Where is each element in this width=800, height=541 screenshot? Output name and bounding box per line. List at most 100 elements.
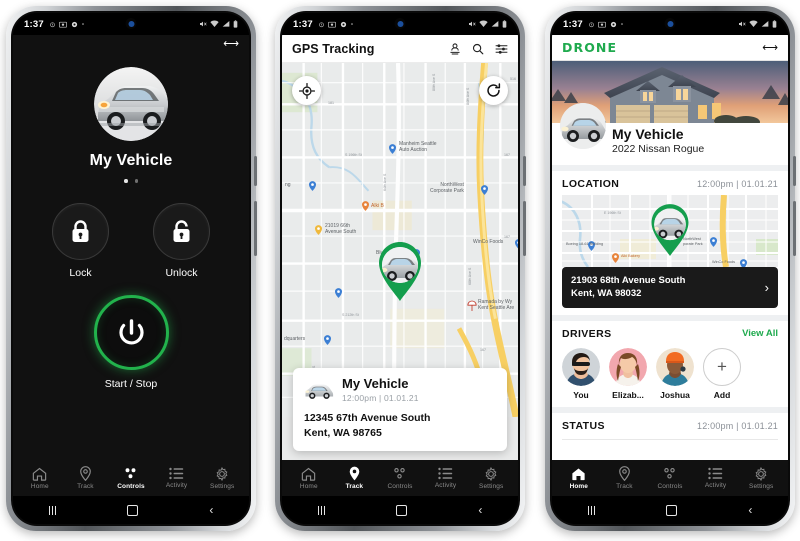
resize-arrows-icon[interactable]: ⟷ bbox=[223, 39, 239, 50]
phone2-body: GPS Tracking 181 516 167 167 167 S 196th… bbox=[282, 35, 518, 524]
location-minimap[interactable]: E 196th St Boeing 18-61 Building Alki Ba… bbox=[562, 195, 778, 267]
vehicle-photo bbox=[304, 381, 334, 400]
lock-button[interactable]: Lock bbox=[52, 202, 109, 279]
sidebar-item-settings[interactable]: Settings bbox=[200, 466, 244, 490]
page-title: GPS Tracking bbox=[292, 41, 375, 56]
list-item[interactable]: Elizab... bbox=[609, 347, 647, 400]
phone1-body: ⟷ My Vehicle Lock Unlock Start / Stop Ho… bbox=[13, 35, 249, 524]
pager-dots[interactable] bbox=[124, 179, 138, 183]
list-icon bbox=[438, 467, 453, 480]
status-bar: 1:37 bbox=[13, 13, 249, 35]
refresh-button[interactable] bbox=[479, 76, 508, 105]
front-camera-punchhole bbox=[394, 18, 406, 29]
android-navigation-bar: ‹ bbox=[282, 496, 518, 524]
nav-label-home: Home bbox=[299, 482, 318, 490]
sidebar-item-controls[interactable]: Controls bbox=[109, 467, 153, 490]
filter-sliders-icon[interactable] bbox=[495, 43, 508, 55]
nav-label-track: Track bbox=[345, 483, 364, 490]
map-pin-icon bbox=[481, 185, 488, 195]
start-stop-button[interactable]: Start / Stop bbox=[93, 294, 169, 390]
power-button[interactable] bbox=[793, 201, 796, 256]
unlock-button-label: Unlock bbox=[165, 266, 198, 279]
vehicle-summary[interactable]: My Vehicle 2022 Nissan Rogue bbox=[552, 103, 788, 165]
sidebar-item-track[interactable]: Track bbox=[602, 466, 646, 490]
back-button[interactable]: ‹ bbox=[478, 504, 482, 516]
sidebar-item-settings[interactable]: Settings bbox=[469, 466, 513, 490]
volume-button[interactable] bbox=[793, 156, 796, 186]
view-all-link[interactable]: View All bbox=[742, 328, 778, 339]
dashboard-scroll[interactable]: My Vehicle 2022 Nissan Rogue LOCATION 12… bbox=[552, 61, 788, 460]
volume-button[interactable] bbox=[523, 156, 526, 186]
power-button[interactable] bbox=[254, 201, 257, 256]
back-button[interactable]: ‹ bbox=[209, 504, 213, 516]
map-canvas[interactable]: 181 516 167 167 167 S 196th St S 212th S… bbox=[282, 63, 518, 460]
start-stop-circle[interactable] bbox=[93, 294, 169, 370]
mute-icon bbox=[469, 21, 476, 27]
home-button[interactable] bbox=[396, 504, 408, 516]
map-pin-icon bbox=[309, 181, 316, 191]
lock-button-circle[interactable] bbox=[52, 202, 109, 260]
screenshot-icon bbox=[328, 21, 337, 27]
nav-label-activity: Activity bbox=[434, 482, 457, 489]
sidebar-item-activity[interactable]: Activity bbox=[694, 467, 738, 489]
person-location-icon[interactable] bbox=[449, 42, 461, 55]
driver-avatar-joshua[interactable] bbox=[656, 347, 694, 386]
status-section-header: STATUS 12:00pm | 01.01.21 bbox=[552, 413, 788, 437]
search-icon[interactable] bbox=[472, 43, 484, 55]
status-right-icons bbox=[199, 20, 238, 28]
back-button[interactable]: ‹ bbox=[748, 504, 752, 516]
list-item[interactable]: Joshua bbox=[656, 347, 694, 400]
vehicle-map-marker[interactable] bbox=[648, 203, 692, 258]
gps-tracking-header: GPS Tracking bbox=[282, 35, 518, 63]
pager-dot-2[interactable] bbox=[134, 179, 138, 183]
nav-label-controls: Controls bbox=[657, 482, 683, 490]
vehicle-map-marker[interactable] bbox=[375, 241, 425, 303]
sidebar-item-home[interactable]: Home bbox=[557, 467, 601, 490]
home-button[interactable] bbox=[127, 504, 139, 516]
vehicle-info-card[interactable]: My Vehicle 12:00pm | 01.01.21 12345 67th… bbox=[293, 368, 507, 451]
sidebar-item-settings[interactable]: Settings bbox=[739, 466, 783, 490]
driver-avatar-elizabeth[interactable] bbox=[609, 347, 647, 386]
sidebar-item-activity[interactable]: Activity bbox=[155, 467, 199, 489]
sidebar-item-home[interactable]: Home bbox=[287, 467, 331, 490]
start-stop-label: Start / Stop bbox=[104, 377, 158, 390]
location-address-bar[interactable]: 21903 68th Avenue South Kent, WA 98032 › bbox=[562, 267, 778, 308]
drivers-list: You Elizab... Joshua + Add bbox=[552, 345, 788, 407]
pager-dot-1[interactable] bbox=[124, 179, 128, 183]
nav-label-settings: Settings bbox=[479, 482, 504, 490]
card-title-block: My Vehicle 12:00pm | 01.01.21 bbox=[342, 377, 419, 403]
status-divider bbox=[562, 438, 778, 440]
unlock-button[interactable]: Unlock bbox=[153, 202, 210, 279]
resize-arrows-icon[interactable]: ⟷ bbox=[762, 41, 778, 54]
power-button[interactable] bbox=[523, 201, 526, 256]
recents-button[interactable] bbox=[587, 505, 595, 515]
nav-label-settings: Settings bbox=[210, 482, 235, 490]
home-button[interactable] bbox=[666, 504, 678, 516]
nav-label-track: Track bbox=[616, 483, 633, 490]
list-item[interactable]: You bbox=[562, 347, 600, 400]
recents-button[interactable] bbox=[317, 505, 325, 515]
recenter-button[interactable] bbox=[292, 76, 321, 105]
status-left-icons bbox=[49, 21, 86, 28]
sidebar-item-home[interactable]: Home bbox=[18, 467, 62, 490]
volume-button[interactable] bbox=[254, 156, 257, 186]
plus-icon[interactable]: + bbox=[703, 347, 741, 386]
recents-button[interactable] bbox=[48, 505, 56, 515]
unlock-button-circle[interactable] bbox=[153, 202, 210, 260]
controls-dots-icon bbox=[664, 467, 676, 478]
sidebar-item-controls[interactable]: Controls bbox=[648, 467, 692, 490]
highway-shield-181: 181 bbox=[328, 101, 334, 105]
status-left-icons bbox=[588, 21, 625, 28]
chevron-right-icon[interactable]: › bbox=[765, 281, 769, 294]
add-driver-button[interactable]: + Add bbox=[703, 347, 741, 400]
home-icon bbox=[572, 468, 585, 480]
app-logo: DRONE bbox=[562, 40, 618, 55]
sidebar-item-activity[interactable]: Activity bbox=[424, 467, 468, 489]
sidebar-item-track[interactable]: Track bbox=[63, 466, 107, 490]
vehicle-photo bbox=[94, 67, 168, 141]
driver-avatar-you[interactable] bbox=[562, 347, 600, 386]
sidebar-item-track[interactable]: Track bbox=[332, 466, 376, 490]
address-line-1: 21903 68th Avenue South bbox=[571, 275, 686, 286]
map-pin-icon bbox=[515, 239, 518, 249]
sidebar-item-controls[interactable]: Controls bbox=[378, 467, 422, 490]
